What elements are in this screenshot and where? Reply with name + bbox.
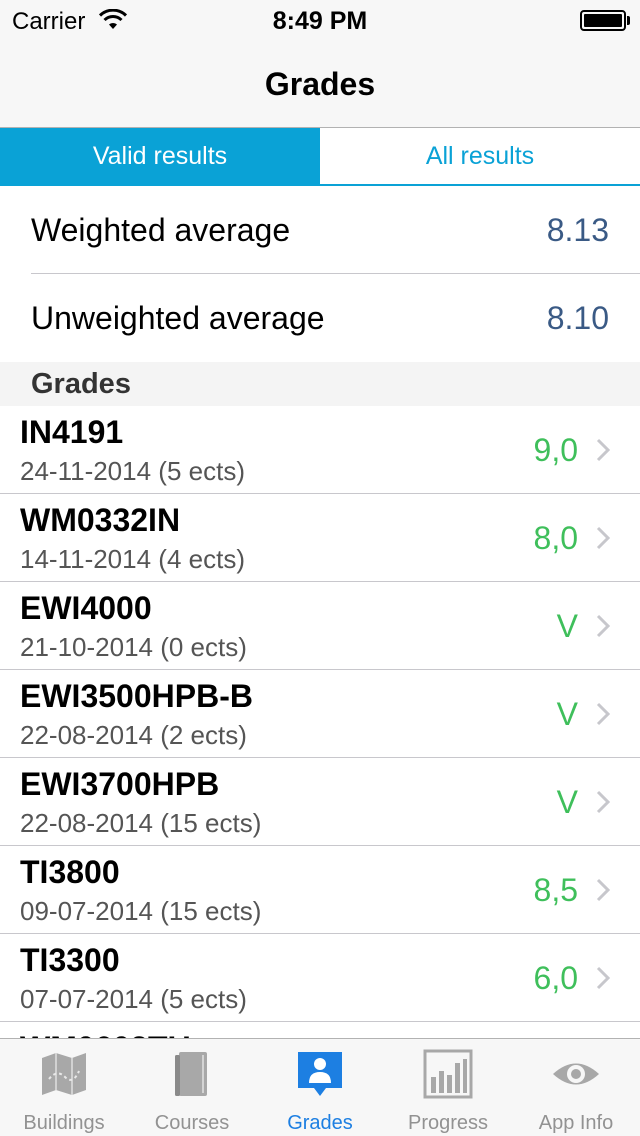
course-code: EWI3700HPB [20, 766, 220, 802]
segment-all-results[interactable]: All results [320, 128, 640, 184]
grade-row[interactable]: WM0603TU [0, 1022, 640, 1038]
course-code: EWI4000 [20, 590, 152, 626]
tab-label: Courses [154, 1112, 230, 1134]
grade-row[interactable]: TI3800 09-07-2014 (15 ects) 8,5 [0, 846, 640, 934]
tab-app-info[interactable]: App Info [512, 1039, 640, 1136]
unweighted-average-value: 8.10 [546, 300, 609, 336]
tab-label: App Info [538, 1112, 614, 1134]
course-code: WM0332IN [20, 502, 181, 538]
clock: 8:49 PM [272, 7, 368, 35]
tab-bar: Buildings Courses Grades Progress App In… [0, 1038, 640, 1136]
page-title: Grades [264, 66, 376, 102]
course-date-ects: 14-11-2014 (4 ects) [20, 544, 245, 574]
course-code: WM0603TU [20, 1030, 191, 1038]
tab-courses[interactable]: Courses [128, 1039, 256, 1136]
chevron-right-icon [596, 438, 610, 462]
status-bar: Carrier 8:49 PM [0, 0, 640, 40]
tab-progress[interactable]: Progress [384, 1039, 512, 1136]
weighted-average-value: 8.13 [546, 212, 609, 248]
course-date-ects: 22-08-2014 (15 ects) [20, 808, 262, 838]
weighted-average-label: Weighted average [31, 212, 291, 248]
course-date-ects: 07-07-2014 (5 ects) [20, 984, 247, 1014]
map-icon [42, 1053, 86, 1095]
course-grade: V [556, 696, 578, 732]
course-grade: V [556, 784, 578, 820]
book-icon [175, 1052, 207, 1096]
unweighted-average-label: Unweighted average [31, 300, 325, 336]
course-code: TI3800 [20, 854, 120, 890]
grade-row[interactable]: EWI4000 21-10-2014 (0 ects) V [0, 582, 640, 670]
course-date-ects: 22-08-2014 (2 ects) [20, 720, 247, 750]
person-icon [298, 1052, 342, 1096]
grades-list[interactable]: IN4191 24-11-2014 (5 ects) 9,0 WM0332IN … [0, 406, 640, 1038]
unweighted-average-row: Unweighted average 8.10 [0, 274, 640, 362]
battery-icon [580, 10, 626, 31]
grades-section-header: Grades [0, 362, 640, 406]
chevron-right-icon [596, 790, 610, 814]
tab-buildings[interactable]: Buildings [0, 1039, 128, 1136]
course-date-ects: 24-11-2014 (5 ects) [20, 456, 245, 486]
chevron-right-icon [596, 966, 610, 990]
course-grade: 9,0 [533, 432, 578, 468]
tab-label: Progress [407, 1112, 489, 1134]
bar-chart-icon [423, 1049, 473, 1099]
results-segmented-control: Valid results All results [0, 128, 640, 186]
tab-label: Grades [287, 1112, 353, 1134]
weighted-average-row: Weighted average 8.13 [0, 186, 640, 274]
course-grade: V [556, 608, 578, 644]
chevron-right-icon [596, 878, 610, 902]
course-grade: 6,0 [533, 960, 578, 996]
segment-valid-results[interactable]: Valid results [0, 128, 320, 184]
course-grade: 8,5 [533, 872, 578, 908]
grade-row[interactable]: WM0332IN 14-11-2014 (4 ects) 8,0 [0, 494, 640, 582]
course-code: TI3300 [20, 942, 120, 978]
tab-label: Buildings [23, 1112, 105, 1134]
grade-row[interactable]: TI3300 07-07-2014 (5 ects) 6,0 [0, 934, 640, 1022]
course-code: IN4191 [20, 414, 124, 450]
eye-icon [553, 1063, 599, 1085]
chevron-right-icon [596, 526, 610, 550]
course-date-ects: 21-10-2014 (0 ects) [20, 632, 247, 662]
tab-grades[interactable]: Grades [256, 1039, 384, 1136]
chevron-right-icon [596, 614, 610, 638]
grade-row[interactable]: IN4191 24-11-2014 (5 ects) 9,0 [0, 406, 640, 494]
grade-row[interactable]: EWI3500HPB-B 22-08-2014 (2 ects) V [0, 670, 640, 758]
section-title: Grades [31, 368, 131, 400]
course-code: EWI3500HPB-B [20, 678, 253, 714]
battery-tip [627, 16, 630, 25]
chevron-right-icon [596, 702, 610, 726]
grade-row[interactable]: EWI3700HPB 22-08-2014 (15 ects) V [0, 758, 640, 846]
navigation-bar: Grades [0, 40, 640, 128]
course-date-ects: 09-07-2014 (15 ects) [20, 896, 262, 926]
course-grade: 8,0 [533, 520, 578, 556]
